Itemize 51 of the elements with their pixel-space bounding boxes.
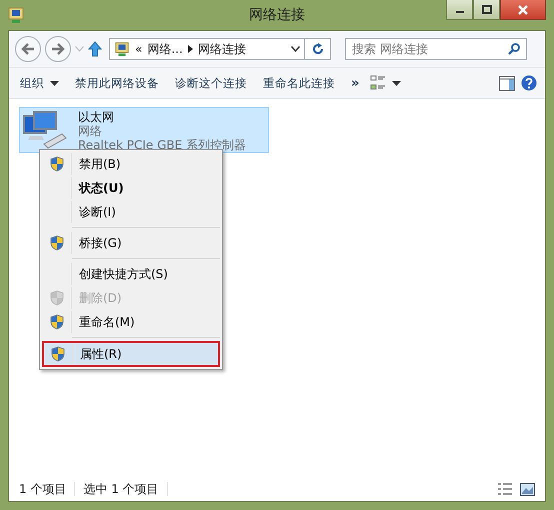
- address-bar[interactable]: « 网络... 网络连接: [109, 38, 305, 60]
- dropdown-caret-icon[interactable]: [291, 46, 300, 52]
- breadcrumb-arrow-icon[interactable]: [188, 45, 193, 53]
- search-icon: [508, 43, 520, 55]
- toolbar-button[interactable]: 组织: [15, 72, 64, 94]
- preview-pane-icon[interactable]: [499, 76, 515, 90]
- status-text: 1 个项目: [19, 480, 66, 498]
- status-text: 选中 1 个项目: [83, 480, 159, 498]
- forward-arrow-icon: [51, 43, 65, 55]
- up-arrow-icon[interactable]: [88, 41, 102, 57]
- window-title: 网络连接: [249, 6, 305, 24]
- shield-icon: [50, 235, 64, 251]
- menu-item[interactable]: 诊断(I): [42, 200, 220, 224]
- more-commands-button[interactable]: »: [346, 72, 364, 94]
- toolbar-button[interactable]: 诊断这个连接: [170, 72, 252, 94]
- details-view-icon[interactable]: [498, 483, 512, 495]
- view-options-icon[interactable]: [370, 75, 386, 91]
- help-icon[interactable]: [521, 75, 537, 91]
- dropdown-caret-icon[interactable]: [392, 80, 402, 86]
- minimize-button[interactable]: [446, 0, 473, 20]
- close-button[interactable]: [500, 0, 546, 20]
- refresh-button[interactable]: [305, 38, 331, 60]
- menu-item[interactable]: 创建快捷方式(S): [42, 262, 220, 286]
- network-status: 网络: [78, 124, 103, 138]
- menu-item[interactable]: 桥接(G): [42, 231, 220, 255]
- breadcrumb[interactable]: 网络...: [147, 40, 183, 58]
- menu-item[interactable]: 禁用(B): [42, 152, 220, 176]
- menu-item[interactable]: 重命名(M): [42, 310, 220, 334]
- close-icon: [518, 4, 528, 14]
- menu-item[interactable]: 状态(U): [42, 176, 220, 200]
- network-folder-icon: [8, 6, 24, 24]
- shield-icon: [51, 346, 65, 362]
- adapter-name: 以太网: [78, 110, 115, 124]
- breadcrumb[interactable]: 网络连接: [198, 40, 246, 58]
- network-folder-icon: [114, 41, 130, 57]
- toolbar-button[interactable]: 禁用此网络设备: [70, 72, 164, 94]
- refresh-icon: [312, 43, 324, 55]
- minimize-icon: [456, 11, 464, 13]
- large-icons-view-icon[interactable]: [520, 482, 535, 496]
- forward-button[interactable]: [45, 36, 71, 62]
- maximize-button[interactable]: [473, 0, 500, 20]
- back-arrow-icon: [21, 43, 35, 55]
- overflow-chevron[interactable]: «: [135, 42, 142, 56]
- shield-icon: [50, 156, 64, 172]
- menu-item[interactable]: 属性(R): [42, 341, 220, 367]
- back-button[interactable]: [15, 36, 41, 62]
- maximize-icon: [482, 4, 492, 14]
- shield-icon: [50, 314, 64, 330]
- toolbar-button[interactable]: 重命名此连接: [258, 72, 340, 94]
- shield-icon: [50, 290, 64, 306]
- search-field[interactable]: 搜索 网络连接: [345, 38, 527, 60]
